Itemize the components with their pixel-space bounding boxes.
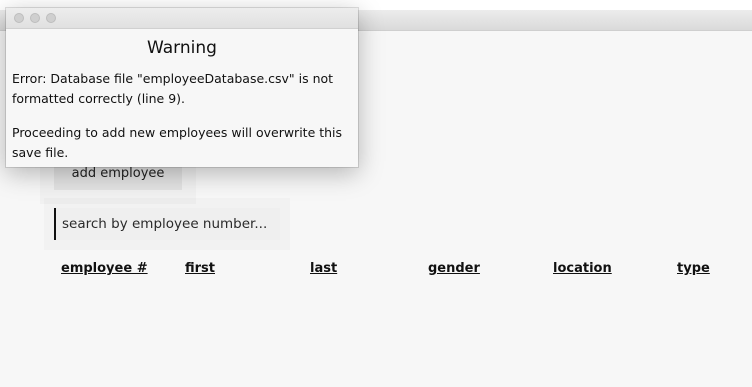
column-header-location[interactable]: location <box>553 261 612 276</box>
column-header-employee-number[interactable]: employee # <box>61 261 148 276</box>
minimize-icon[interactable] <box>30 13 40 23</box>
employee-search-input[interactable] <box>54 208 280 240</box>
column-header-last-name[interactable]: last <box>310 261 337 276</box>
column-header-first-name[interactable]: first <box>185 261 215 276</box>
dialog-title: Warning <box>147 38 217 58</box>
warning-dialog: Warning Error: Database file "employeeDa… <box>6 8 358 167</box>
dialog-error-message: Error: Database file "employeeDatabase.c… <box>12 71 334 106</box>
column-header-gender[interactable]: gender <box>428 261 480 276</box>
close-icon[interactable] <box>14 13 24 23</box>
maximize-icon[interactable] <box>46 13 56 23</box>
dialog-warning-message: Proceeding to add new employees will ove… <box>12 125 343 160</box>
column-header-type[interactable]: type <box>677 261 710 276</box>
dialog-titlebar[interactable] <box>6 8 358 29</box>
